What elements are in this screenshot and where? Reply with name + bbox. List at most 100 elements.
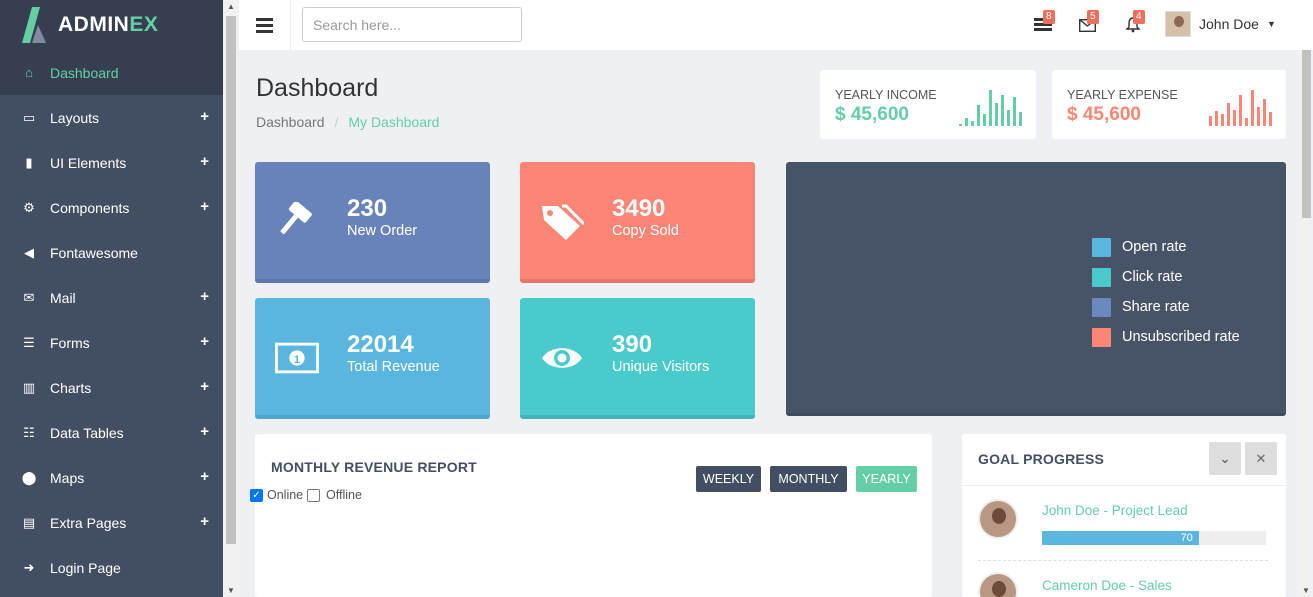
breadcrumb-separator: /	[334, 114, 339, 130]
monthly-button[interactable]: MONTHLY	[770, 466, 847, 492]
expand-plus-icon[interactable]: +	[200, 333, 209, 350]
tasks-button[interactable]: 8	[1031, 10, 1055, 36]
sidebar-item-extra-pages[interactable]: ▤ Extra Pages +	[0, 500, 223, 545]
member-name[interactable]: John Doe - Project Lead	[1042, 503, 1188, 518]
legend-swatch	[1092, 237, 1111, 257]
scroll-down-icon[interactable]: ▼	[227, 586, 235, 595]
user-menu[interactable]: John Doe ▼	[1165, 11, 1276, 37]
sidebar-item-login-page[interactable]: ➜ Login Page	[0, 545, 223, 590]
collapse-panel-button[interactable]: ⌄	[1209, 442, 1241, 475]
laptop-icon: ▭	[22, 109, 36, 125]
spark-bar	[989, 90, 992, 126]
scrollbar-thumb[interactable]	[226, 16, 236, 544]
yearly-button[interactable]: YEARLY	[856, 466, 917, 492]
online-checkbox[interactable]: ✓ Online	[250, 488, 303, 502]
tile-value: 230	[347, 195, 388, 222]
sidebar-item-label: Charts	[50, 379, 92, 396]
unique-visitors-tile[interactable]: 390 Unique Visitors	[520, 298, 755, 419]
sidebar-item-label: Mail	[50, 289, 76, 306]
legend-item-unsubscribed-rate: Unsubscribed rate	[1092, 322, 1240, 352]
scroll-up-icon[interactable]: ▲	[227, 2, 235, 11]
mail-button[interactable]: 5	[1075, 10, 1099, 36]
sign-in-icon: ➜	[23, 559, 35, 575]
sidebar-item-label: Data Tables	[50, 424, 124, 441]
email-stats-chart: Open rate Click rate Share rate Unsubscr…	[786, 162, 1286, 416]
expand-plus-icon[interactable]: +	[200, 153, 209, 170]
legend-swatch	[1092, 297, 1111, 317]
spark-bar	[1263, 99, 1266, 126]
sidebar-item-dashboard[interactable]: ⌂ Dashboard	[0, 50, 223, 95]
sidebar-item-label: Dashboard	[50, 64, 119, 81]
sidebar-item-label: UI Elements	[50, 154, 127, 171]
svg-text:1: 1	[294, 354, 301, 366]
goal-progress-title: GOAL PROGRESS	[978, 451, 1105, 467]
sidebar-scrollbar[interactable]: ▲ ▼	[223, 0, 239, 597]
spark-bar	[1013, 97, 1016, 126]
sidebar-item-fontawesome[interactable]: ◀ Fontawesome	[0, 230, 223, 275]
scrollbar-thumb[interactable]	[1302, 50, 1311, 218]
expand-plus-icon[interactable]: +	[200, 108, 209, 125]
copy-sold-tile[interactable]: 3490 Copy Sold	[520, 162, 755, 283]
th-list-icon: ☷	[23, 424, 35, 440]
spark-bar	[1007, 110, 1010, 126]
gavel-icon	[275, 202, 319, 242]
member-progress-bar: 70	[1042, 531, 1266, 545]
tile-label: Total Revenue	[347, 359, 440, 375]
adminex-logo-icon	[18, 5, 50, 45]
search-input[interactable]	[302, 7, 522, 42]
yearly-income-card: YEARLY INCOME $ 45,600	[820, 70, 1036, 139]
book-icon: ▮	[25, 154, 33, 170]
spark-bar	[1257, 107, 1260, 126]
notifications-button[interactable]: 4	[1121, 10, 1145, 36]
map-marker-icon: ⬤	[21, 469, 37, 485]
sidebar-item-data-tables[interactable]: ☷ Data Tables +	[0, 410, 223, 455]
goal-member: Cameron Doe - Sales	[978, 572, 1172, 597]
sidebar-item-mail[interactable]: ✉ Mail +	[0, 275, 223, 320]
spark-bar	[1233, 110, 1236, 126]
close-panel-button[interactable]: ✕	[1245, 442, 1277, 475]
legend-item-share-rate: Share rate	[1092, 292, 1240, 322]
spark-bar	[1251, 90, 1254, 126]
file-icon: ▤	[22, 514, 36, 530]
expand-plus-icon[interactable]: +	[200, 468, 209, 485]
spark-bar	[977, 105, 980, 126]
spark-bar	[995, 103, 998, 126]
menu-toggle-button[interactable]	[239, 0, 291, 50]
legend-item-open-rate: Open rate	[1092, 232, 1240, 262]
legend-swatch	[1092, 327, 1111, 347]
breadcrumb-link-dashboard[interactable]: Dashboard	[256, 114, 325, 130]
expand-plus-icon[interactable]: +	[200, 378, 209, 395]
weekly-button[interactable]: WEEKLY	[696, 466, 761, 492]
chart-legend: Open rate Click rate Share rate Unsubscr…	[1092, 232, 1240, 352]
new-order-tile[interactable]: 230 New Order	[255, 162, 490, 283]
goal-member: John Doe - Project Lead	[978, 499, 1188, 539]
sidebar-item-layouts[interactable]: ▭ Layouts +	[0, 95, 223, 140]
expand-plus-icon[interactable]: +	[200, 198, 209, 215]
page-scrollbar[interactable]: ▼	[1299, 50, 1313, 597]
legend-swatch	[1092, 267, 1111, 287]
sidebar-item-forms[interactable]: ☰ Forms +	[0, 320, 223, 365]
divider	[978, 560, 1268, 561]
yearly-income-value: $ 45,600	[835, 104, 909, 125]
home-icon: ⌂	[25, 65, 33, 80]
sidebar-item-charts[interactable]: ▥ Charts +	[0, 365, 223, 410]
sidebar-item-label: Extra Pages	[50, 514, 127, 531]
tile-label: Unique Visitors	[612, 359, 710, 375]
brand[interactable]: ADMINEX	[0, 0, 223, 50]
sidebar-item-ui-elements[interactable]: ▮ UI Elements +	[0, 140, 223, 185]
expand-plus-icon[interactable]: +	[200, 288, 209, 305]
sidebar-item-components[interactable]: ⚙ Components +	[0, 185, 223, 230]
expand-plus-icon[interactable]: +	[200, 513, 209, 530]
yearly-expense-sparkline	[1209, 88, 1272, 126]
check-icon[interactable]: ✓	[250, 488, 263, 502]
sidebar-item-maps[interactable]: ⬤ Maps +	[0, 455, 223, 500]
offline-checkbox[interactable]: Offline	[307, 488, 362, 502]
sidebar-item-label: Components	[50, 199, 130, 216]
total-revenue-tile[interactable]: 1 22014 Total Revenue	[255, 298, 490, 419]
scroll-down-icon[interactable]: ▼	[1302, 586, 1310, 595]
member-name[interactable]: Cameron Doe - Sales	[1042, 578, 1172, 593]
expand-plus-icon[interactable]: +	[200, 423, 209, 440]
spark-bar	[1001, 95, 1004, 126]
yearly-income-label: YEARLY INCOME	[835, 88, 937, 102]
spark-bar	[1215, 111, 1218, 126]
